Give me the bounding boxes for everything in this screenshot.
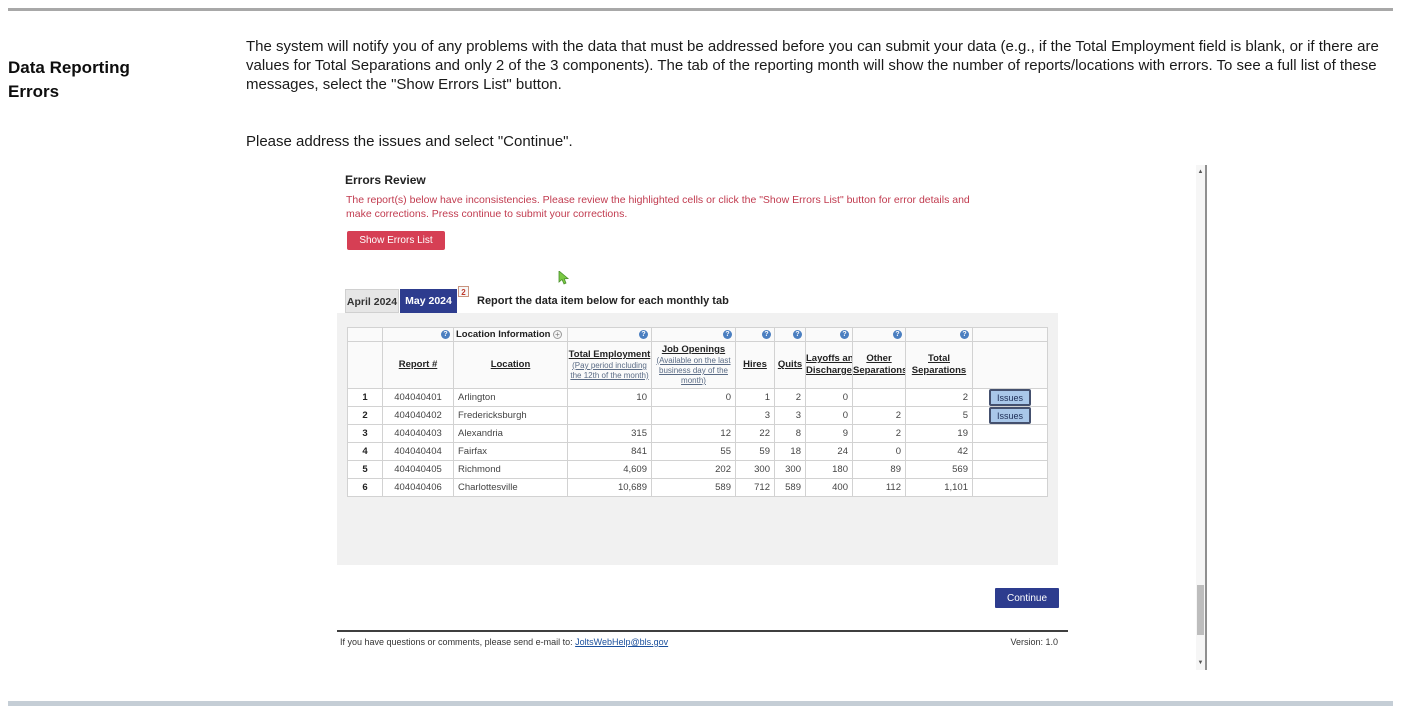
other-separations-cell[interactable]: 112 <box>852 478 906 497</box>
total-separations-cell[interactable]: 42 <box>905 442 973 461</box>
error-count-badge: 2 <box>458 286 469 297</box>
quits-cell[interactable]: 8 <box>774 424 806 443</box>
scroll-down-arrow-icon[interactable]: ▼ <box>1196 658 1205 668</box>
col-layoffs-discharges: Layoffs and <box>806 353 852 364</box>
hires-cell[interactable]: 712 <box>735 478 775 497</box>
quits-cell[interactable]: 3 <box>774 406 806 425</box>
help-icon[interactable]: ? <box>639 329 648 339</box>
help-icon[interactable]: ? <box>723 329 732 339</box>
job-openings-cell[interactable] <box>651 406 736 425</box>
total-separations-cell[interactable]: 1,101 <box>905 478 973 497</box>
intro-paragraph: The system will notify you of any proble… <box>246 38 1379 93</box>
job-openings-cell[interactable]: 12 <box>651 424 736 443</box>
scrollbar-thumb[interactable] <box>1197 585 1204 635</box>
footer-version: Version: 1.0 <box>1010 637 1058 647</box>
help-icon[interactable]: ? <box>893 329 902 339</box>
other-separations-cell[interactable]: 89 <box>852 460 906 479</box>
help-icon[interactable]: ? <box>793 329 802 339</box>
hires-cell[interactable]: 22 <box>735 424 775 443</box>
other-separations-cell[interactable]: 2 <box>852 424 906 443</box>
job-openings-cell[interactable]: 589 <box>651 478 736 497</box>
email-link[interactable]: JoltsWebHelp@bls.gov <box>575 637 668 647</box>
table-row: 2 404040402 Fredericksburgh 3 3 0 2 5 Is… <box>347 406 1048 425</box>
job-openings-cell[interactable]: 202 <box>651 460 736 479</box>
col-location: Location <box>490 359 531 370</box>
quits-cell[interactable]: 2 <box>774 388 806 407</box>
table-row: 4 404040404 Fairfax 841 55 59 18 24 0 42 <box>347 442 1048 461</box>
job-openings-cell[interactable]: 0 <box>651 388 736 407</box>
issues-button[interactable]: Issues <box>989 407 1031 424</box>
data-table: ? Location Information + ? ? ? ? ? ? ? R… <box>347 327 1048 497</box>
col-other-separations: Other <box>866 353 892 364</box>
warning-message: The report(s) below have inconsistencies… <box>346 194 1056 221</box>
scroll-up-arrow-icon[interactable]: ▲ <box>1196 167 1205 177</box>
total-employment-cell-error[interactable] <box>567 406 652 425</box>
cursor-pointer-icon <box>558 271 570 285</box>
total-employment-cell[interactable]: 315 <box>567 424 652 443</box>
table-row: 1 404040401 Arlington 10 0 1 2 0 2 Issue… <box>347 388 1048 407</box>
quits-cell[interactable]: 589 <box>774 478 806 497</box>
errors-review-title: Errors Review <box>345 173 426 187</box>
total-employment-cell[interactable]: 841 <box>567 442 652 461</box>
col-total-employment: Total Employment <box>568 349 651 360</box>
total-separations-cell[interactable]: 19 <box>905 424 973 443</box>
top-divider <box>8 8 1393 11</box>
help-icon[interactable]: ? <box>840 329 849 339</box>
tab-instruction: Report the data item below for each mont… <box>477 295 729 307</box>
issues-button[interactable]: Issues <box>989 389 1031 406</box>
table-row: 3 404040403 Alexandria 315 12 22 8 9 2 1… <box>347 424 1048 443</box>
expand-icon[interactable]: + <box>553 330 562 339</box>
show-errors-list-button[interactable]: Show Errors List <box>347 231 445 250</box>
continue-button[interactable]: Continue <box>995 588 1059 608</box>
layoffs-cell[interactable]: 0 <box>805 388 853 407</box>
col-hires: Hires <box>743 359 767 370</box>
footer-contact: If you have questions or comments, pleas… <box>340 637 669 647</box>
table-row: 6 404040406 Charlottesville 10,689 589 7… <box>347 478 1048 497</box>
total-employment-cell[interactable]: 10,689 <box>567 478 652 497</box>
hires-cell[interactable]: 3 <box>735 406 775 425</box>
total-separations-cell[interactable]: 2 <box>905 388 973 407</box>
other-separations-cell[interactable]: 2 <box>852 406 906 425</box>
table-help-icon-row: ? Location Information + ? ? ? ? ? ? ? <box>347 327 1048 342</box>
errors-review-screenshot: Errors Review The report(s) below have i… <box>337 165 1068 657</box>
other-separations-cell[interactable]: 0 <box>852 442 906 461</box>
total-separations-cell[interactable]: 5 <box>905 406 973 425</box>
quits-cell[interactable]: 18 <box>774 442 806 461</box>
table-row: 5 404040405 Richmond 4,609 202 300 300 1… <box>347 460 1048 479</box>
table-header-row: Report # Location Total Employment (Pay … <box>347 341 1048 389</box>
layoffs-cell[interactable]: 400 <box>805 478 853 497</box>
warning-line-2: make corrections. Press continue to subm… <box>346 207 628 220</box>
col-total-separations: Total <box>928 353 950 364</box>
layoffs-cell[interactable]: 0 <box>805 406 853 425</box>
hires-cell[interactable]: 300 <box>735 460 775 479</box>
tab-may-2024[interactable]: May 2024 <box>400 289 457 313</box>
footer-divider <box>337 630 1068 632</box>
page-title: Data Reporting Errors <box>8 58 130 101</box>
hires-cell[interactable]: 59 <box>735 442 775 461</box>
help-icon[interactable]: ? <box>441 329 450 339</box>
instruction-paragraph: Please address the issues and select "Co… <box>246 133 573 150</box>
help-icon[interactable]: ? <box>762 329 771 339</box>
warning-line-1: The report(s) below have inconsistencies… <box>346 194 970 206</box>
layoffs-cell[interactable]: 24 <box>805 442 853 461</box>
col-report: Report # <box>398 359 438 370</box>
tab-april-2024[interactable]: April 2024 <box>345 289 399 313</box>
hires-cell[interactable]: 1 <box>735 388 775 407</box>
total-employment-cell[interactable]: 4,609 <box>567 460 652 479</box>
layoffs-cell[interactable]: 9 <box>805 424 853 443</box>
total-employment-cell[interactable]: 10 <box>567 388 652 407</box>
bottom-divider <box>8 701 1393 706</box>
table-panel: ? Location Information + ? ? ? ? ? ? ? R… <box>337 313 1058 565</box>
total-separations-cell[interactable]: 569 <box>905 460 973 479</box>
location-information-label: Location Information <box>456 329 551 340</box>
col-job-openings: Job Openings <box>661 344 726 355</box>
help-icon[interactable]: ? <box>960 329 969 339</box>
quits-cell[interactable]: 300 <box>774 460 806 479</box>
layoffs-cell[interactable]: 180 <box>805 460 853 479</box>
scrollbar[interactable]: ▲ ▼ <box>1196 165 1207 670</box>
other-separations-cell-error[interactable] <box>852 388 906 407</box>
job-openings-cell[interactable]: 55 <box>651 442 736 461</box>
page: Data Reporting Errors The system will no… <box>0 0 1401 718</box>
col-quits: Quits <box>777 359 803 370</box>
